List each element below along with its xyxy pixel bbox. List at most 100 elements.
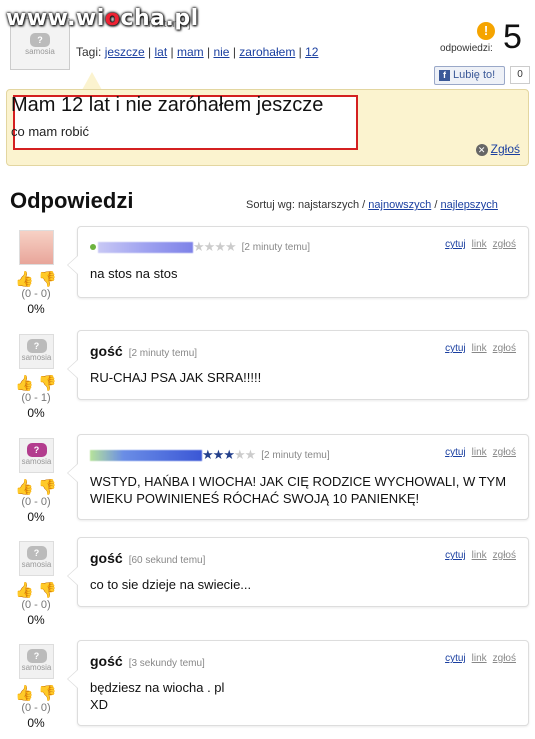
like-label: Lubię to! <box>453 69 496 81</box>
vote-count: (0 - 0) <box>21 496 51 508</box>
thumb-down-icon[interactable]: 👎 <box>38 271 57 288</box>
card-tail <box>67 566 78 586</box>
vote-percent: 0% <box>27 716 45 730</box>
quote-link[interactable]: cytuj <box>445 343 466 354</box>
blurred-username <box>98 241 193 253</box>
card-tail <box>67 463 78 483</box>
answer-text: co to sie dzieje na swiecie... <box>90 577 252 592</box>
avatar-placeholder-icon: ? <box>30 33 50 47</box>
vote-box: 👍 👎 (0 - 1) 0% <box>14 374 58 420</box>
answer-text: RU-CHAJ PSA JAK SRRA!!!!! <box>90 370 262 385</box>
tag-link[interactable]: nie <box>213 45 229 59</box>
card-tail <box>67 255 78 275</box>
blurred-username <box>90 449 202 461</box>
rank-stars: ★★★★★ <box>202 447 256 462</box>
user-avatar[interactable] <box>19 230 54 265</box>
vote-box: 👍 👎 (0 - 0) 0% <box>14 270 58 316</box>
quote-link[interactable]: cytuj <box>445 653 466 664</box>
avatar-label: samosia <box>21 560 52 569</box>
answers-count: 5 <box>503 18 522 56</box>
thumb-up-icon[interactable]: 👍 <box>15 271 34 288</box>
report-link[interactable]: Zgłoś <box>491 142 520 156</box>
vote-box: 👍 👎 (0 - 0) 0% <box>14 478 58 524</box>
sort-newest-link[interactable]: najnowszych <box>368 199 431 211</box>
tag-link[interactable]: jeszcze <box>105 45 145 59</box>
report-link[interactable]: zgłoś <box>493 343 516 354</box>
avatar-label: samosia <box>25 47 55 56</box>
sort-best-link[interactable]: najlepszych <box>440 199 497 211</box>
thumb-up-icon[interactable]: 👍 <box>15 479 34 496</box>
thumb-up-icon[interactable]: 👍 <box>15 685 34 702</box>
permalink[interactable]: link <box>472 550 487 561</box>
answers-heading: Odpowiedzi <box>10 188 134 213</box>
user-avatar[interactable]: ? samosia <box>19 438 54 473</box>
card-tail <box>67 359 78 379</box>
quote-link[interactable]: cytuj <box>445 550 466 561</box>
tag-link[interactable]: mam <box>177 45 204 59</box>
answer-author[interactable]: gość <box>90 653 123 669</box>
permalink[interactable]: link <box>472 447 487 458</box>
avatar-label: samosia <box>21 457 52 466</box>
thumb-up-icon[interactable]: 👍 <box>15 582 34 599</box>
answer-text: będziesz na wiocha . pl XD <box>90 680 225 712</box>
tag-link[interactable]: 12 <box>305 45 318 59</box>
answer-text: na stos na stos <box>90 266 178 281</box>
vote-percent: 0% <box>27 613 45 627</box>
card-tail <box>67 669 78 689</box>
quote-link[interactable]: cytuj <box>445 239 466 250</box>
avatar-placeholder-icon: ? <box>26 339 47 353</box>
user-avatar[interactable]: ? samosia <box>19 334 54 369</box>
vote-box: 👍 👎 (0 - 0) 0% <box>14 581 58 627</box>
user-avatar[interactable]: ? samosia <box>19 541 54 576</box>
avatar-placeholder-icon: ? <box>26 546 47 560</box>
report-link[interactable]: zgłoś <box>493 550 516 561</box>
sort-separator: / <box>434 199 438 211</box>
report-link[interactable]: zgłoś <box>493 653 516 664</box>
tags-row: Tagi: jeszcze | lat | mam | nie | zaroha… <box>76 45 319 59</box>
report-link[interactable]: zgłoś <box>493 447 516 458</box>
vote-percent: 0% <box>27 510 45 524</box>
thumb-down-icon[interactable]: 👎 <box>38 685 57 702</box>
thumb-down-icon[interactable]: 👎 <box>38 582 57 599</box>
tag-link[interactable]: lat <box>155 45 168 59</box>
question-title: Mam 12 lat i nie zaróhałem jeszcze <box>11 94 324 116</box>
avatar-placeholder-icon: ? <box>26 443 47 457</box>
avatar-placeholder-icon: ? <box>26 649 47 663</box>
close-icon: ✕ <box>475 144 488 156</box>
thumb-down-icon[interactable]: 👎 <box>38 375 57 392</box>
vote-count: (0 - 1) <box>21 392 51 404</box>
vote-count: (0 - 0) <box>21 288 51 300</box>
thumb-down-icon[interactable]: 👎 <box>38 479 57 496</box>
answer-author[interactable]: gość <box>90 550 123 566</box>
permalink[interactable]: link <box>472 343 487 354</box>
answer-card: ★★★★ [2 minuty temu] cytuj link zgłoś na st… <box>67 226 529 298</box>
answer-time: [3 sekundy temu] <box>128 657 205 669</box>
user-avatar[interactable]: ? samosia <box>19 644 54 679</box>
tags-label: Tagi: <box>76 45 102 59</box>
answer-time: [2 minuty temu] <box>241 241 310 253</box>
sort-options: Sortuj wg: najstarszych / najnowszych / … <box>246 199 498 211</box>
facebook-like-button[interactable]: f Lubię to! <box>434 66 505 85</box>
thumb-up-icon[interactable]: 👍 <box>15 375 34 392</box>
quote-link[interactable]: cytuj <box>445 447 466 458</box>
avatar-label: samosia <box>21 663 52 672</box>
alert-icon: ! <box>477 22 495 40</box>
answer-card: gość [3 sekundy temu] cytuj link zgłoś będz… <box>67 640 529 726</box>
report-question-button[interactable]: ✕ Zgłoś <box>475 142 520 156</box>
online-status-icon <box>90 244 96 250</box>
tag-link[interactable]: zarohałem <box>239 45 295 59</box>
avatar-label: samosia <box>21 353 52 362</box>
answer-time: [2 minuty temu] <box>261 449 330 461</box>
permalink[interactable]: link <box>472 239 487 250</box>
answer-time: [2 minuty temu] <box>128 347 198 359</box>
vote-count: (0 - 0) <box>21 599 51 611</box>
answer-text: WSTYD, HAŃBA I WIOCHA! JAK CIĘ RODZICE W… <box>90 474 507 506</box>
question-bubble-tail <box>82 72 102 90</box>
permalink[interactable]: link <box>472 653 487 664</box>
answer-time: [60 sekund temu] <box>128 554 206 566</box>
report-link[interactable]: zgłoś <box>493 239 516 250</box>
sort-label: Sortuj wg: najstarszych / <box>246 199 366 211</box>
question-box: Mam 12 lat i nie zaróhałem jeszcze co ma… <box>6 89 529 166</box>
answer-author[interactable]: gość <box>90 343 123 359</box>
vote-percent: 0% <box>27 406 45 420</box>
